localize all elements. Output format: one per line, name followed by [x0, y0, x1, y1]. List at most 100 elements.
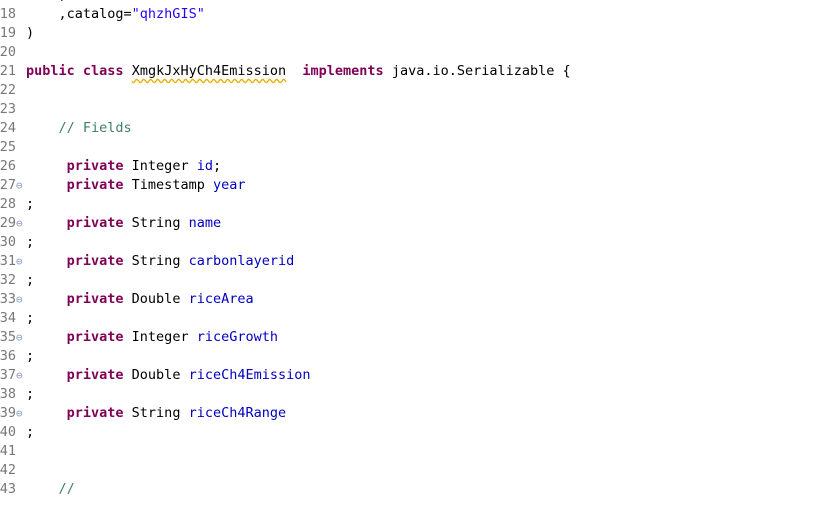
- code-token: //: [58, 481, 75, 497]
- code-text: private String riceCh4Range: [26, 404, 286, 423]
- line-number: 19: [0, 25, 16, 41]
- code-token: private: [66, 405, 124, 421]
- code-token: private: [66, 367, 124, 383]
- code-token: Double: [123, 291, 189, 307]
- code-line[interactable]: 24 // Fields: [0, 119, 834, 138]
- code-token: class: [82, 63, 124, 79]
- code-text: private String name: [26, 214, 221, 233]
- code-token: private: [66, 253, 124, 269]
- line-number: 39: [0, 405, 16, 421]
- code-line[interactable]: 40;: [0, 423, 834, 442]
- line-number: 18: [0, 6, 16, 22]
- code-line[interactable]: 18 ,catalog="qhzhGIS": [0, 5, 834, 24]
- code-token: private: [66, 291, 124, 307]
- line-number: 22: [0, 82, 16, 98]
- code-token: ;: [26, 386, 35, 402]
- code-token: XmgkJxHyCh4Emission: [131, 63, 287, 79]
- code-line[interactable]: 21 public class XmgkJxHyCh4Emission imple…: [0, 62, 834, 81]
- code-line[interactable]: 39 ⊖ private String riceCh4Range: [0, 404, 834, 423]
- code-token: ,schema=: [26, 0, 124, 3]
- code-line[interactable]: 25: [0, 138, 834, 157]
- code-token: // Fields: [58, 120, 132, 136]
- code-token: ;: [26, 424, 35, 440]
- fold-toggle-icon[interactable]: ⊖: [16, 366, 23, 385]
- code-text: private Double riceCh4Emission: [26, 366, 311, 385]
- code-line[interactable]: 43 //: [0, 480, 834, 499]
- code-token: ;: [26, 348, 35, 364]
- code-token: ): [26, 25, 35, 41]
- code-line[interactable]: 29 ⊖ private String name: [0, 214, 834, 233]
- code-line[interactable]: 31 ⊖ private String carbonlayerid: [0, 252, 834, 271]
- code-line[interactable]: 27 ⊖ private Timestamp year: [0, 176, 834, 195]
- code-line[interactable]: 37 ⊖ private Double riceCh4Emission: [0, 366, 834, 385]
- line-number: 24: [0, 120, 16, 136]
- line-number: 41: [0, 443, 16, 459]
- code-text: // Fields: [26, 119, 132, 138]
- fold-toggle-icon[interactable]: ⊖: [16, 404, 23, 423]
- line-number: 36: [0, 348, 16, 364]
- code-line[interactable]: 20: [0, 43, 834, 62]
- code-token: name: [188, 215, 222, 231]
- line-number: 34: [0, 310, 16, 326]
- code-line[interactable]: 19): [0, 24, 834, 43]
- line-number: 33: [0, 291, 16, 307]
- code-line[interactable]: 23: [0, 100, 834, 119]
- code-text: ;: [26, 347, 34, 366]
- code-token: ;: [26, 196, 35, 212]
- fold-toggle-icon[interactable]: ⊖: [16, 176, 23, 195]
- code-token: riceCh4Range: [188, 405, 287, 421]
- code-text: public class XmgkJxHyCh4Emission impleme…: [26, 62, 571, 81]
- line-number: 20: [0, 44, 16, 60]
- code-line[interactable]: 36;: [0, 347, 834, 366]
- fold-toggle-icon[interactable]: ⊖: [16, 328, 23, 347]
- line-number: 29: [0, 215, 16, 231]
- code-line[interactable]: 28;: [0, 195, 834, 214]
- fold-toggle-icon[interactable]: ⊖: [16, 214, 23, 233]
- line-number: 23: [0, 101, 16, 117]
- code-line[interactable]: 41: [0, 442, 834, 461]
- code-line[interactable]: 42: [0, 461, 834, 480]
- code-token: String: [123, 405, 189, 421]
- code-text: private Double riceArea: [26, 290, 254, 309]
- code-text: ;: [26, 233, 34, 252]
- code-token: public: [26, 63, 75, 79]
- code-token: id: [196, 158, 213, 174]
- fold-toggle-icon[interactable]: ⊖: [16, 252, 23, 271]
- code-line[interactable]: 32;: [0, 271, 834, 290]
- code-token: private: [66, 158, 124, 174]
- code-line[interactable]: 26 private Integer id;: [0, 157, 834, 176]
- code-token: private: [66, 177, 124, 193]
- code-line[interactable]: 33 ⊖ private Double riceArea: [0, 290, 834, 309]
- code-token: carbonlayerid: [188, 253, 295, 269]
- code-text: private Integer id;: [26, 157, 221, 176]
- code-token: Timestamp: [123, 177, 213, 193]
- code-editor[interactable]: 17 ,schema="dbo"18 ,catalog="qhzhGIS"19)…: [0, 0, 834, 526]
- code-text: ;: [26, 309, 34, 328]
- code-text: private Integer riceGrowth: [26, 328, 278, 347]
- code-token: riceGrowth: [196, 329, 278, 345]
- code-token: String: [123, 215, 189, 231]
- code-line[interactable]: 34;: [0, 309, 834, 328]
- code-token: ;: [26, 234, 35, 250]
- line-number: 42: [0, 462, 16, 478]
- code-line[interactable]: 30;: [0, 233, 834, 252]
- line-number: 37: [0, 367, 16, 383]
- code-token: year: [212, 177, 246, 193]
- code-line[interactable]: 35 ⊖ private Integer riceGrowth: [0, 328, 834, 347]
- fold-toggle-icon[interactable]: ⊖: [16, 290, 23, 309]
- code-line[interactable]: 22: [0, 81, 834, 100]
- line-number: 35: [0, 329, 16, 345]
- code-text: //: [26, 480, 75, 499]
- code-token: ;: [212, 158, 222, 174]
- code-line[interactable]: 38;: [0, 385, 834, 404]
- code-text: private String carbonlayerid: [26, 252, 295, 271]
